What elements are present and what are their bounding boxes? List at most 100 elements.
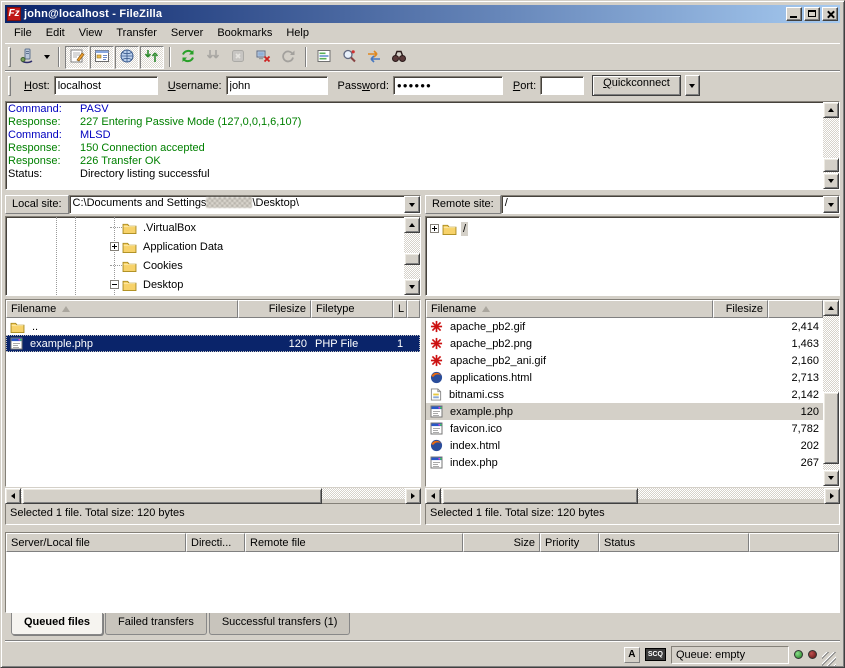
column-header-filesize[interactable]: Filesize bbox=[713, 300, 768, 318]
site-manager-button[interactable] bbox=[15, 46, 39, 69]
column-header-filesize[interactable]: Filesize bbox=[238, 300, 311, 318]
scroll-left-button[interactable] bbox=[425, 488, 441, 504]
menu-item-server[interactable]: Server bbox=[164, 25, 210, 41]
local-list-hscrollbar[interactable] bbox=[5, 488, 421, 499]
scroll-up-button[interactable] bbox=[823, 300, 839, 316]
queue-column-serverlocalfile[interactable]: Server/Local file bbox=[6, 533, 186, 552]
local-site-combo[interactable]: C:\Documents and Settings\Desktop\ bbox=[69, 195, 421, 214]
username-input[interactable] bbox=[226, 76, 328, 95]
log-text: 226 Transfer OK bbox=[80, 155, 161, 168]
scroll-up-button[interactable] bbox=[823, 102, 839, 118]
tab-failed-transfers[interactable]: Failed transfers bbox=[105, 613, 207, 635]
scroll-down-button[interactable] bbox=[404, 279, 420, 295]
remote-site-combo[interactable]: / bbox=[501, 195, 840, 214]
file-row-examplephp[interactable]: example.php120PHP File1 bbox=[6, 335, 420, 352]
speed-limits-icon[interactable]: SCQ bbox=[645, 648, 666, 661]
process-queue-button[interactable] bbox=[201, 46, 225, 69]
tree-item[interactable]: Application Data bbox=[110, 237, 225, 256]
menu-item-bookmarks[interactable]: Bookmarks bbox=[210, 25, 279, 41]
close-button[interactable] bbox=[822, 7, 838, 21]
host-input[interactable] bbox=[54, 76, 158, 95]
quickconnect-dropdown-button[interactable] bbox=[685, 75, 700, 96]
file-row-faviconico[interactable]: favicon.ico7,782 bbox=[426, 420, 823, 437]
scroll-thumb[interactable] bbox=[442, 488, 638, 504]
file-cell: index.php bbox=[426, 456, 713, 469]
menu-item-file[interactable]: File bbox=[7, 25, 39, 41]
scroll-down-button[interactable] bbox=[823, 470, 839, 486]
file-row-apachepb2png[interactable]: apache_pb2.png1,463 bbox=[426, 335, 823, 352]
scroll-thumb[interactable] bbox=[823, 392, 839, 464]
scroll-thumb[interactable] bbox=[823, 158, 839, 172]
find-files-button[interactable] bbox=[387, 46, 411, 69]
file-cell: apache_pb2.png bbox=[426, 337, 713, 350]
quickconnect-button[interactable]: Quickconnect bbox=[592, 75, 681, 96]
menu-item-help[interactable]: Help bbox=[279, 25, 316, 41]
remote-list-hscrollbar[interactable] bbox=[425, 488, 840, 499]
local-site-dropdown-button[interactable] bbox=[404, 196, 420, 213]
menu-item-edit[interactable]: Edit bbox=[39, 25, 72, 41]
menu-item-view[interactable]: View bbox=[72, 25, 110, 41]
refresh-button[interactable] bbox=[176, 46, 200, 69]
column-header-filetype[interactable]: Filetype bbox=[311, 300, 393, 318]
tree-item[interactable]: / bbox=[430, 219, 468, 238]
directory-listing-filters-button[interactable] bbox=[312, 46, 336, 69]
queue-column-remotefile[interactable]: Remote file bbox=[245, 533, 463, 552]
scroll-right-button[interactable] bbox=[824, 488, 840, 504]
file-row-applicationshtml[interactable]: applications.html2,713 bbox=[426, 369, 823, 386]
file-row-[interactable]: .. bbox=[6, 318, 420, 335]
expand-plus-icon[interactable] bbox=[430, 224, 439, 233]
file-row-examplephp[interactable]: example.php120 bbox=[426, 403, 823, 420]
resize-grip[interactable] bbox=[822, 652, 836, 666]
menu-item-transfer[interactable]: Transfer bbox=[109, 25, 164, 41]
tab-queued-files[interactable]: Queued files bbox=[11, 613, 103, 635]
reconnect-button[interactable] bbox=[276, 46, 300, 69]
tree-item[interactable]: Cookies bbox=[110, 256, 185, 275]
queue-column-size[interactable]: Size bbox=[463, 533, 540, 552]
file-row-bitnamicss[interactable]: bitnami.css2,142 bbox=[426, 386, 823, 403]
collapse-minus-icon[interactable] bbox=[110, 280, 119, 289]
remote-site-dropdown-button[interactable] bbox=[823, 196, 839, 213]
minimize-button[interactable] bbox=[786, 7, 802, 21]
scroll-left-button[interactable] bbox=[5, 488, 21, 504]
toggle-local-treeview-button[interactable] bbox=[90, 46, 114, 69]
directory-comparison-button[interactable] bbox=[337, 46, 361, 69]
synchronized-browsing-button[interactable] bbox=[362, 46, 386, 69]
column-header-filename[interactable]: Filename bbox=[6, 300, 238, 318]
queue-column-status[interactable]: Status bbox=[599, 533, 749, 552]
tree-item[interactable]: Desktop bbox=[110, 275, 185, 294]
file-row-indexphp[interactable]: index.php267 bbox=[426, 454, 823, 471]
tab-successful-transfers-1-[interactable]: Successful transfers (1) bbox=[209, 613, 351, 635]
remote-file-list: FilenameFilesize apache_pb2.gif2,414apac… bbox=[425, 299, 840, 487]
site-manager-dropdown-button[interactable] bbox=[40, 46, 53, 69]
queue-column-directi[interactable]: Directi... bbox=[186, 533, 245, 552]
cancel-operation-button[interactable] bbox=[226, 46, 250, 69]
file-cell-text: 120 bbox=[801, 406, 819, 418]
file-row-apachepb2anigif[interactable]: apache_pb2_ani.gif2,160 bbox=[426, 352, 823, 369]
toggle-remote-treeview-button[interactable] bbox=[115, 46, 139, 69]
toggle-transfer-queue-button[interactable] bbox=[140, 46, 164, 69]
queue-column-priority[interactable]: Priority bbox=[540, 533, 599, 552]
title-bar[interactable]: Fz john@localhost - FileZilla bbox=[5, 5, 840, 23]
tree-stub-line bbox=[110, 227, 122, 228]
disconnect-button[interactable] bbox=[251, 46, 275, 69]
scroll-down-button[interactable] bbox=[823, 173, 839, 189]
file-cell-text: PHP File bbox=[315, 338, 358, 350]
file-row-apachepb2gif[interactable]: apache_pb2.gif2,414 bbox=[426, 318, 823, 335]
maximize-button[interactable] bbox=[804, 7, 820, 21]
file-row-indexhtml[interactable]: index.html202 bbox=[426, 437, 823, 454]
local-tree-scrollbar[interactable] bbox=[404, 217, 420, 295]
column-header-l[interactable]: L bbox=[393, 300, 407, 318]
column-header-filename[interactable]: Filename bbox=[426, 300, 713, 318]
expand-plus-icon[interactable] bbox=[110, 242, 119, 251]
data-type-icon[interactable]: A bbox=[624, 647, 640, 663]
scroll-up-button[interactable] bbox=[404, 217, 420, 233]
tree-item[interactable]: .VirtualBox bbox=[110, 218, 198, 237]
scroll-thumb[interactable] bbox=[404, 253, 420, 265]
password-input[interactable] bbox=[393, 76, 503, 95]
message-log-scrollbar[interactable] bbox=[823, 102, 839, 189]
scroll-thumb[interactable] bbox=[22, 488, 322, 504]
toggle-message-log-button[interactable] bbox=[65, 46, 89, 69]
scroll-right-button[interactable] bbox=[405, 488, 421, 504]
port-input[interactable] bbox=[540, 76, 584, 95]
remote-list-scrollbar[interactable] bbox=[823, 300, 839, 486]
